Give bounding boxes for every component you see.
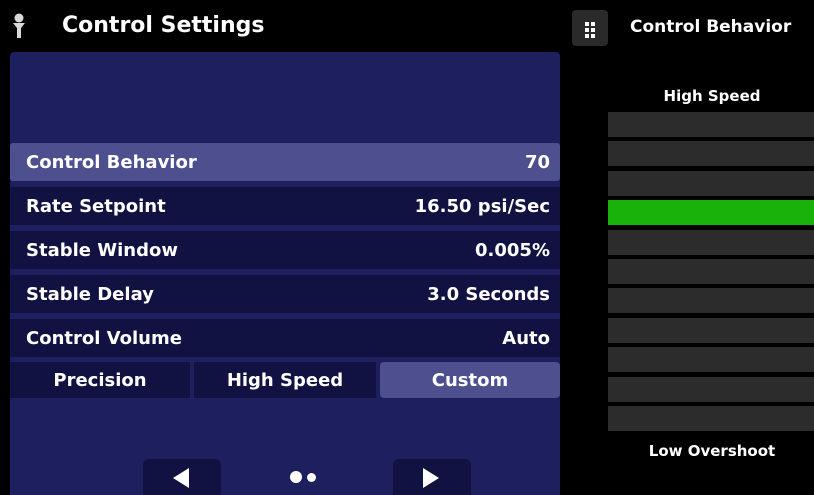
mode-precision-button[interactable]: Precision bbox=[10, 362, 190, 398]
prev-page-button[interactable] bbox=[143, 459, 221, 495]
mode-high-speed-button[interactable]: High Speed bbox=[194, 362, 376, 398]
header: Control Settings bbox=[0, 0, 562, 52]
setting-value: 16.50 psi/Sec bbox=[414, 195, 550, 217]
setting-row-stable-delay[interactable]: Stable Delay 3.0 Seconds bbox=[10, 275, 560, 313]
side-panel-title: Control Behavior bbox=[630, 17, 792, 37]
setting-value: 70 bbox=[524, 151, 550, 173]
setting-label: Stable Window bbox=[26, 239, 178, 261]
setting-label: Control Volume bbox=[26, 327, 182, 349]
setting-label: Rate Setpoint bbox=[26, 195, 166, 217]
settings-panel bbox=[10, 52, 560, 495]
right-arrow-icon bbox=[423, 468, 439, 488]
slider-level[interactable] bbox=[608, 259, 814, 284]
setting-label: Control Behavior bbox=[26, 151, 197, 173]
setting-row-stable-window[interactable]: Stable Window 0.005% bbox=[10, 231, 560, 269]
setting-value: Auto bbox=[502, 327, 550, 349]
setting-row-rate-setpoint[interactable]: Rate Setpoint 16.50 psi/Sec bbox=[10, 187, 560, 225]
setting-value: 3.0 Seconds bbox=[427, 283, 550, 305]
page-dot bbox=[307, 473, 316, 482]
slider-level[interactable] bbox=[608, 141, 814, 166]
slider-level[interactable] bbox=[608, 112, 814, 137]
slider-level[interactable] bbox=[608, 347, 814, 372]
slider-level-selected[interactable] bbox=[608, 200, 814, 225]
slider-level[interactable] bbox=[608, 230, 814, 255]
slider-level[interactable] bbox=[608, 377, 814, 402]
slider-level[interactable] bbox=[608, 171, 814, 196]
slider-level[interactable] bbox=[608, 318, 814, 343]
page-dot-active bbox=[290, 471, 302, 483]
scale-top-label: High Speed bbox=[663, 87, 761, 105]
setting-value: 0.005% bbox=[475, 239, 550, 261]
setting-row-control-volume[interactable]: Control Volume Auto bbox=[10, 319, 560, 357]
slider-level[interactable] bbox=[608, 288, 814, 313]
page-title: Control Settings bbox=[62, 13, 265, 38]
grip-menu-button[interactable] bbox=[572, 10, 608, 46]
scale-bottom-label: Low Overshoot bbox=[648, 442, 776, 460]
mode-custom-button[interactable]: Custom bbox=[380, 362, 560, 398]
probe-icon bbox=[13, 13, 25, 38]
slider-level[interactable] bbox=[608, 406, 814, 431]
setting-label: Stable Delay bbox=[26, 283, 154, 305]
page-indicator bbox=[290, 471, 330, 485]
left-arrow-icon bbox=[173, 468, 189, 488]
setting-row-control-behavior[interactable]: Control Behavior 70 bbox=[10, 143, 560, 181]
next-page-button[interactable] bbox=[393, 459, 471, 495]
